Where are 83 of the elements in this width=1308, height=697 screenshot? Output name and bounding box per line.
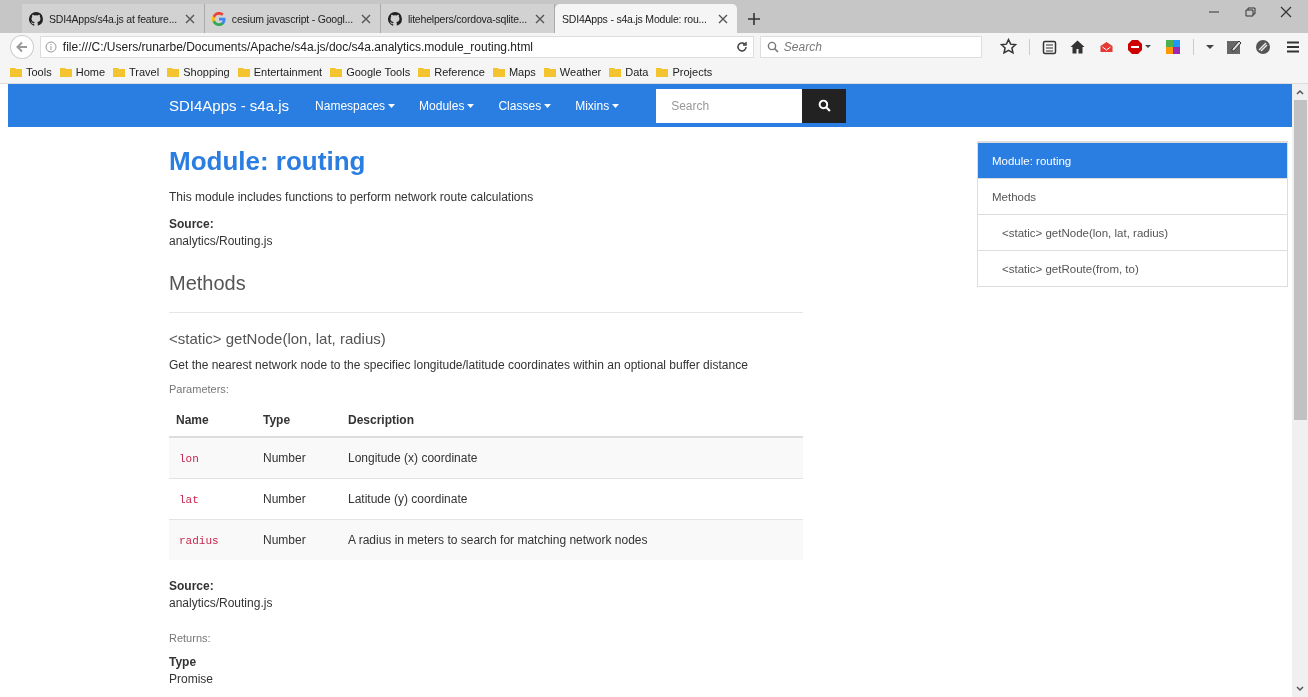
browser-tab[interactable]: cesium javascript - Googl... (204, 4, 381, 33)
star-icon[interactable] (1000, 38, 1017, 55)
folder-icon (330, 65, 343, 78)
browser-tab[interactable]: SDI4Apps - s4a.js Module: rou... (555, 4, 737, 33)
source-label: Source: (169, 578, 215, 595)
g-letter-icon (211, 11, 226, 26)
bookmark[interactable]: Home (59, 65, 106, 78)
table-cell: Number (263, 533, 306, 547)
folder-icon (609, 65, 622, 78)
parameter-name: lon (179, 453, 199, 465)
folder-icon (113, 65, 126, 78)
search-icon (817, 99, 831, 112)
back-button[interactable] (10, 34, 34, 59)
returns-label: Returns: (169, 631, 212, 646)
clipboard-icon[interactable] (1042, 38, 1057, 55)
scroll-down-icon[interactable] (1295, 684, 1305, 694)
notepad-icon[interactable] (1226, 38, 1242, 55)
toc-item[interactable]: Methods (978, 178, 1287, 214)
bookmark[interactable]: Entertainment (237, 65, 323, 78)
site-title[interactable]: SDI4Apps - s4a.js (169, 97, 290, 114)
table-cell: A radius in meters to search for matching network nodes (348, 533, 648, 547)
search-icon (766, 40, 779, 53)
folder-icon (656, 65, 669, 78)
folder-icon (59, 65, 72, 78)
bookmark[interactable]: Shopping (167, 65, 230, 78)
module-description: This module includes functions to perform network route calculations (169, 189, 535, 206)
caret-icon (388, 103, 396, 108)
bookmark[interactable]: Reference (418, 65, 485, 78)
scrollbar-thumb[interactable] (1293, 100, 1307, 420)
folder-icon (10, 65, 22, 78)
search-button[interactable] (802, 88, 847, 123)
bookmark[interactable]: Maps (492, 65, 536, 78)
bookmark[interactable]: Travel (113, 65, 160, 78)
method-heading: <static> getNode(lon, lat, radius) (169, 329, 387, 349)
caret-icon (544, 103, 552, 108)
cat-icon (387, 11, 402, 26)
parameter-name: lat (179, 494, 199, 506)
parameters-label: Parameters: (169, 382, 230, 397)
nav-menu[interactable]: Classes (498, 98, 552, 113)
source-path: analytics/Routing.js (169, 233, 274, 250)
bookmark[interactable]: Google Tools (330, 65, 411, 78)
table-cell: Number (263, 492, 306, 506)
bookmark[interactable]: Weather (543, 65, 602, 78)
address-field[interactable]: file:///C:/Users/runarbe/Documents/Apache/s4a.js/doc/s4a.analytics.module_routing.html (39, 35, 754, 58)
home-icon[interactable] (1069, 38, 1086, 55)
bookmark[interactable]: Projects (656, 65, 713, 78)
caret-icon (467, 103, 475, 108)
back-arrow-icon (14, 39, 29, 54)
method-description: Get the nearest network node to the specifiec longitude/latitude coordinates within an optional buffer distance (169, 357, 749, 374)
nav-menu[interactable]: Mixins (575, 98, 620, 113)
folder-icon (418, 65, 431, 78)
browser-tab[interactable]: SDI4Apps/s4a.js at feature... (22, 4, 205, 33)
bookmark[interactable]: Tools (10, 65, 52, 78)
caret-icon (612, 103, 620, 108)
table-cell: Longitude (x) coordinate (348, 451, 478, 465)
caret-icon[interactable] (1206, 43, 1214, 50)
search-field[interactable]: Search (759, 35, 982, 58)
circle-icon[interactable] (1254, 38, 1272, 55)
table-cell: Number (263, 451, 306, 465)
table-cell: Latitude (y) coordinate (348, 492, 468, 506)
page-title: Module: routing (169, 145, 367, 178)
source-path: analytics/Routing.js (169, 595, 274, 612)
plus-icon[interactable] (747, 12, 761, 26)
source-label: Source: (169, 216, 215, 233)
bookmark[interactable]: Data (609, 65, 649, 78)
section-heading: Methods (169, 271, 247, 296)
return-type-label: Type (169, 654, 198, 671)
folder-icon (543, 65, 556, 78)
reload-icon[interactable] (734, 39, 749, 54)
scroll-up-icon[interactable] (1295, 87, 1305, 97)
browser-tab[interactable]: litehelpers/cordova-sqlite... (380, 4, 555, 33)
parameter-name: radius (179, 535, 219, 547)
nav-menu[interactable]: Modules (419, 98, 475, 113)
folder-icon (167, 65, 180, 78)
folder-icon (492, 65, 505, 78)
folder-icon (237, 65, 250, 78)
toc-item[interactable]: <static> getRoute(from, to) (978, 250, 1287, 286)
stop-sign-icon[interactable] (1127, 38, 1153, 55)
toc-item[interactable]: Module: routing (978, 142, 1287, 178)
return-type: Promise (169, 671, 214, 688)
toc-item[interactable]: <static> getNode(lon, lat, radius) (978, 214, 1287, 250)
cat-icon (29, 11, 43, 26)
nav-menu[interactable]: Namespaces (315, 98, 396, 113)
